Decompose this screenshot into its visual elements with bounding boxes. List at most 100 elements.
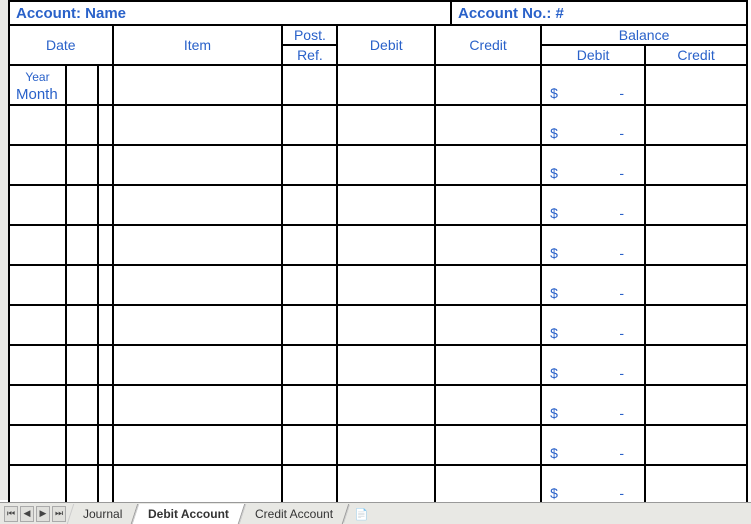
date-cell[interactable] [66,225,98,265]
date-cell[interactable] [98,225,113,265]
item-cell[interactable] [113,185,283,225]
credit-cell[interactable] [435,345,541,385]
date-cell[interactable] [66,265,98,305]
date-cell[interactable] [98,185,113,225]
date-cell[interactable] [66,105,98,145]
tab-credit-account[interactable]: Credit Account [239,504,350,524]
date-cell[interactable] [9,345,66,385]
postref-cell[interactable] [282,385,337,425]
date-cell[interactable] [9,265,66,305]
balance-credit-cell[interactable] [645,345,747,385]
credit-cell[interactable] [435,225,541,265]
date-cell[interactable] [98,65,113,105]
credit-cell[interactable] [435,385,541,425]
date-cell[interactable] [98,385,113,425]
balance-debit-cell[interactable]: $- [541,465,645,505]
item-cell[interactable] [113,385,283,425]
balance-credit-cell[interactable] [645,225,747,265]
date-cell[interactable] [66,465,98,505]
credit-cell[interactable] [435,145,541,185]
date-cell[interactable] [9,185,66,225]
debit-cell[interactable] [337,465,435,505]
date-cell[interactable] [9,105,66,145]
account-number-cell[interactable]: Account No.: # [452,0,748,24]
date-cell[interactable] [66,65,98,105]
balance-credit-cell[interactable] [645,65,747,105]
balance-debit-cell[interactable]: $- [541,385,645,425]
date-cell[interactable] [9,225,66,265]
date-cell[interactable] [98,105,113,145]
date-cell[interactable] [98,425,113,465]
debit-cell[interactable] [337,305,435,345]
date-cell[interactable] [66,425,98,465]
date-cell[interactable] [9,425,66,465]
date-cell[interactable] [66,305,98,345]
debit-cell[interactable] [337,345,435,385]
balance-credit-cell[interactable] [645,265,747,305]
account-name-cell[interactable]: Account: Name [8,0,452,24]
date-cell[interactable] [66,345,98,385]
debit-cell[interactable] [337,185,435,225]
item-cell[interactable] [113,465,283,505]
date-cell[interactable] [98,465,113,505]
balance-debit-cell[interactable]: $- [541,265,645,305]
date-cell[interactable] [98,345,113,385]
date-cell[interactable] [9,145,66,185]
balance-debit-cell[interactable]: $- [541,145,645,185]
tab-nav-last-icon[interactable]: ⏭ [52,506,66,522]
tab-journal[interactable]: Journal [67,504,139,524]
balance-credit-cell[interactable] [645,385,747,425]
balance-debit-cell[interactable]: $- [541,185,645,225]
balance-debit-cell[interactable]: $- [541,305,645,345]
tab-nav-first-icon[interactable]: ⏮ [4,506,18,522]
credit-cell[interactable] [435,265,541,305]
date-cell[interactable] [9,385,66,425]
debit-cell[interactable] [337,385,435,425]
postref-cell[interactable] [282,105,337,145]
date-cell[interactable] [9,465,66,505]
tab-nav-prev-icon[interactable]: ◀ [20,506,34,522]
balance-debit-cell[interactable]: $- [541,105,645,145]
postref-cell[interactable] [282,145,337,185]
postref-cell[interactable] [282,65,337,105]
balance-credit-cell[interactable] [645,145,747,185]
item-cell[interactable] [113,225,283,265]
item-cell[interactable] [113,65,283,105]
new-sheet-icon[interactable]: 📄 [343,505,380,523]
date-year-cell[interactable]: Year Month [9,65,66,105]
date-cell[interactable] [98,265,113,305]
credit-cell[interactable] [435,425,541,465]
balance-debit-cell[interactable]: $- [541,65,645,105]
balance-credit-cell[interactable] [645,305,747,345]
tab-nav-next-icon[interactable]: ▶ [36,506,50,522]
balance-credit-cell[interactable] [645,465,747,505]
credit-cell[interactable] [435,465,541,505]
balance-debit-cell[interactable]: $- [541,425,645,465]
tab-debit-account[interactable]: Debit Account [132,504,245,524]
balance-credit-cell[interactable] [645,105,747,145]
credit-cell[interactable] [435,105,541,145]
debit-cell[interactable] [337,65,435,105]
postref-cell[interactable] [282,305,337,345]
credit-cell[interactable] [435,305,541,345]
balance-debit-cell[interactable]: $- [541,225,645,265]
item-cell[interactable] [113,425,283,465]
postref-cell[interactable] [282,425,337,465]
credit-cell[interactable] [435,65,541,105]
postref-cell[interactable] [282,225,337,265]
debit-cell[interactable] [337,265,435,305]
date-cell[interactable] [66,385,98,425]
date-cell[interactable] [98,305,113,345]
date-cell[interactable] [98,145,113,185]
debit-cell[interactable] [337,225,435,265]
date-cell[interactable] [66,185,98,225]
debit-cell[interactable] [337,425,435,465]
item-cell[interactable] [113,345,283,385]
postref-cell[interactable] [282,265,337,305]
postref-cell[interactable] [282,185,337,225]
item-cell[interactable] [113,265,283,305]
postref-cell[interactable] [282,465,337,505]
date-cell[interactable] [66,145,98,185]
postref-cell[interactable] [282,345,337,385]
date-cell[interactable] [9,305,66,345]
